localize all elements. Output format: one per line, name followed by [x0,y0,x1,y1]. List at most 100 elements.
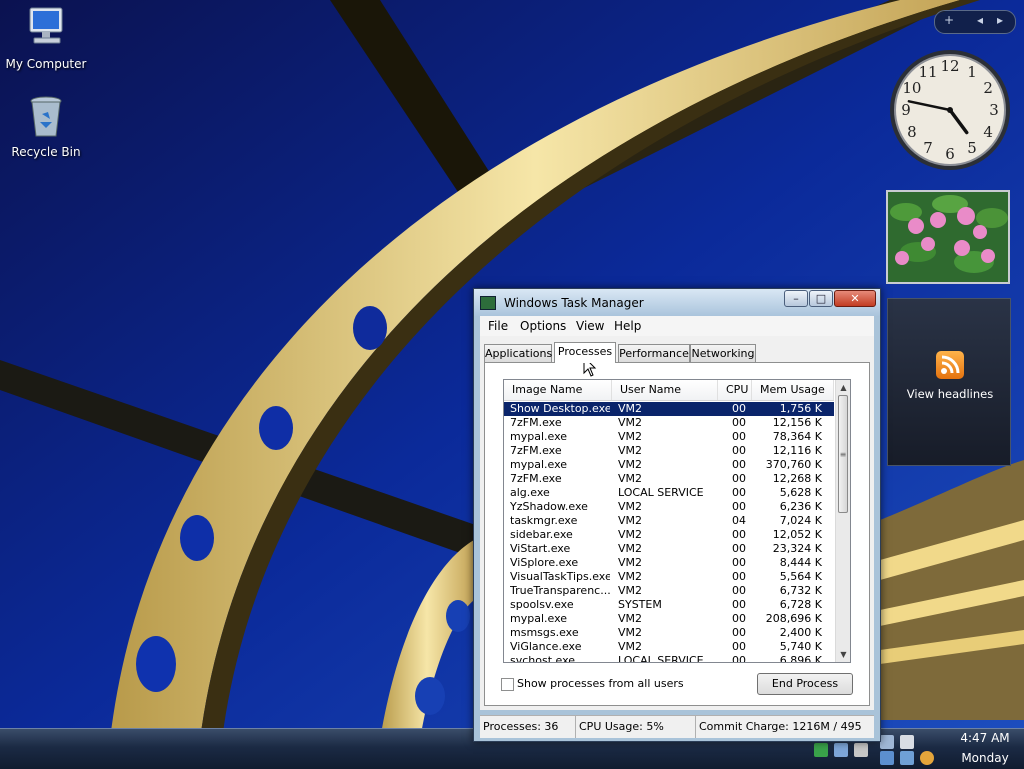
show-all-processes-checkbox[interactable]: Show processes from all users [501,677,684,691]
cell-image-name: msmsgs.exe [510,626,579,639]
cell-image-name: mypal.exe [510,612,568,625]
table-row[interactable]: sidebar.exe VM2 00 12,052 K [504,528,834,542]
table-row[interactable]: 7zFM.exe VM2 00 12,156 K [504,416,834,430]
table-row[interactable]: mypal.exe VM2 00 208,696 K [504,612,834,626]
cell-mem-usage: 7,024 K [779,514,822,527]
cell-user-name: VM2 [618,430,643,443]
cell-user-name: LOCAL SERVICE [618,654,704,663]
minimize-button[interactable]: – [784,290,808,307]
cell-image-name: 7zFM.exe [510,472,562,485]
tray-volume-icon[interactable] [854,743,868,757]
desktop-icon-recycle-bin[interactable]: Recycle Bin [0,92,92,159]
table-row[interactable]: VisualTaskTips.exe VM2 00 5,564 K [504,570,834,584]
table-row[interactable]: 7zFM.exe VM2 00 12,268 K [504,472,834,486]
cell-user-name: VM2 [618,528,643,541]
checkbox-box[interactable] [501,677,514,691]
table-row[interactable]: ViStart.exe VM2 00 23,324 K [504,542,834,556]
table-row[interactable]: 7zFM.exe VM2 00 12,116 K [504,444,834,458]
column-image-name[interactable]: Image Name [504,380,612,400]
table-row[interactable]: svchost.exe LOCAL SERVICE 00 6,896 K [504,654,834,663]
status-commit-charge: Commit Charge: 1216M / 495 [699,720,862,733]
menu-view[interactable]: View [576,319,604,333]
cell-user-name: VM2 [618,402,643,415]
sidebar-prev-button[interactable]: ◂ [977,13,983,27]
cell-image-name: taskmgr.exe [510,514,578,527]
cell-image-name: svchost.exe [510,654,576,663]
end-process-button[interactable]: End Process [757,673,853,695]
add-gadget-button[interactable]: + [944,13,954,27]
cell-user-name: VM2 [618,472,643,485]
title-bar[interactable]: Windows Task Manager – □ ✕ [474,289,880,316]
close-button[interactable]: ✕ [834,290,876,307]
cell-mem-usage: 78,364 K [772,430,822,443]
cell-image-name: ViGlance.exe [510,640,582,653]
clock-numeral: 8 [907,123,917,141]
cell-mem-usage: 1,756 K [779,402,822,415]
column-mem-usage[interactable]: Mem Usage [752,380,834,400]
cell-mem-usage: 12,052 K [772,528,822,541]
sidebar-next-button[interactable]: ▸ [997,13,1003,27]
table-row[interactable]: ViGlance.exe VM2 00 5,740 K [504,640,834,654]
cell-user-name: VM2 [618,584,643,597]
cell-user-name: VM2 [618,626,643,639]
status-bar: Processes: 36 CPU Usage: 5% Commit Charg… [480,715,874,738]
cell-user-name: LOCAL SERVICE [618,486,704,499]
process-list[interactable]: Image Name User Name CPU Mem Usage Show … [503,379,851,663]
taskbar-clock-time[interactable]: 4:47 AM [950,731,1020,745]
tray-messenger-icon[interactable] [880,751,894,765]
column-user-name[interactable]: User Name [612,380,718,400]
tray-shield-icon[interactable] [814,743,828,757]
scrollbar-thumb[interactable]: ≡ [838,395,848,513]
table-row[interactable]: Show Desktop.exe VM2 00 1,756 K [504,402,834,416]
computer-icon [29,7,63,44]
scroll-down-arrow-icon[interactable]: ▼ [836,647,850,662]
clock-numeral: 9 [901,101,911,119]
water-lily-picture [888,192,1008,282]
column-cpu[interactable]: CPU [718,380,752,400]
minimize-icon: – [793,292,799,305]
table-row[interactable]: spoolsv.exe SYSTEM 00 6,728 K [504,598,834,612]
table-row[interactable]: TrueTransparenc... VM2 00 6,732 K [504,584,834,598]
clock-numeral: 11 [918,63,937,81]
table-row[interactable]: ViSplore.exe VM2 00 8,444 K [504,556,834,570]
cell-mem-usage: 208,696 K [765,612,822,625]
table-row[interactable]: msmsgs.exe VM2 00 2,400 K [504,626,834,640]
table-row[interactable]: mypal.exe VM2 00 78,364 K [504,430,834,444]
table-row[interactable]: alg.exe LOCAL SERVICE 00 5,628 K [504,486,834,500]
maximize-button[interactable]: □ [809,290,833,307]
table-row[interactable]: YzShadow.exe VM2 00 6,236 K [504,500,834,514]
cell-mem-usage: 23,324 K [772,542,822,555]
tab-processes[interactable]: Processes [554,342,616,363]
vertical-scrollbar[interactable]: ▲ ≡ ▼ [835,380,850,662]
cell-user-name: SYSTEM [618,598,662,611]
feed-headlines-gadget[interactable]: View headlines [887,298,1011,466]
cell-user-name: VM2 [618,556,643,569]
scroll-up-arrow-icon[interactable]: ▲ [836,380,850,395]
cell-user-name: VM2 [618,416,643,429]
tray-sidebar-icon[interactable] [900,751,914,765]
menu-file[interactable]: File [488,319,508,333]
cell-image-name: VisualTaskTips.exe [510,570,610,583]
tab-performance[interactable]: Performance [618,344,690,362]
tray-network-icon[interactable] [834,743,848,757]
view-headlines-label: View headlines [906,387,994,401]
slideshow-gadget[interactable] [886,190,1010,284]
table-row[interactable]: mypal.exe VM2 00 370,760 K [504,458,834,472]
tray-monitor-icon[interactable] [880,735,894,749]
taskbar-clock-day: Monday [961,751,1009,765]
menu-help[interactable]: Help [614,319,641,333]
cell-image-name: TrueTransparenc... [510,584,610,597]
tray-display-icon[interactable] [900,735,914,749]
cell-image-name: mypal.exe [510,458,568,471]
close-icon: ✕ [850,292,860,305]
table-row[interactable]: taskmgr.exe VM2 04 7,024 K [504,514,834,528]
tab-networking[interactable]: Networking [690,344,756,362]
desktop-icon-my-computer[interactable]: My Computer [0,4,92,71]
clock-numeral: 10 [902,79,921,97]
menu-bar: File Options View Help [480,316,874,336]
tab-applications[interactable]: Applications [484,344,552,362]
cell-image-name: alg.exe [510,486,550,499]
clock-gadget[interactable]: 12 12 3 45678 9 1011 [888,48,1012,172]
tray-search-icon[interactable] [920,751,934,765]
menu-options[interactable]: Options [520,319,566,333]
